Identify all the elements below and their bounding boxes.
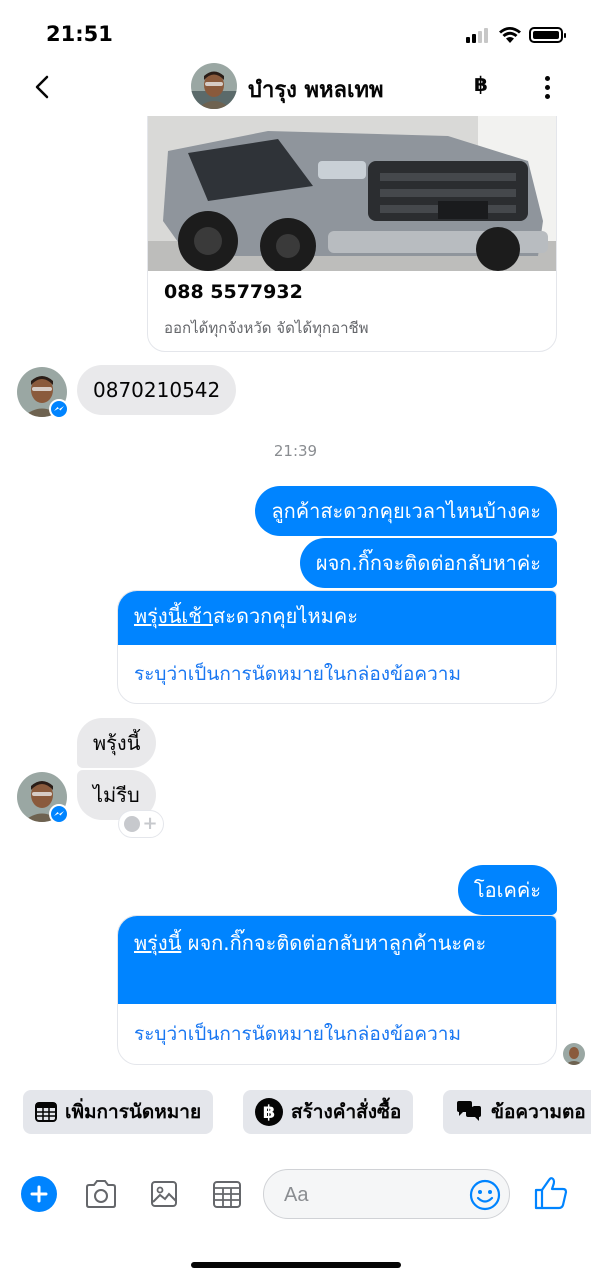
chat-header: บำรุง พหลเทพ ฿	[0, 60, 591, 116]
chat-bubbles-icon	[457, 1101, 481, 1121]
contact-name[interactable]: บำรุง พหลเทพ	[248, 72, 384, 107]
photo-gallery-icon[interactable]	[146, 1176, 182, 1212]
incoming-message[interactable]: พรุ้งนี้	[77, 718, 157, 768]
seen-receipt-avatar	[563, 1043, 585, 1065]
shared-listing-card[interactable]: 088 5577932 ออกได้ทุกจังหวัด จัดได้ทุกอา…	[147, 90, 557, 352]
sender-avatar[interactable]	[17, 367, 69, 419]
car-photo[interactable]	[148, 91, 557, 271]
status-bar: 21:51	[0, 0, 591, 60]
message-input[interactable]	[263, 1169, 510, 1219]
appointment-suggestion-card[interactable]: พรุ่งนี้เช้าสะดวกคุยไหมคะ ระบุว่าเป็นการ…	[117, 590, 557, 704]
calendar-icon	[35, 1102, 57, 1122]
cellular-signal-icon	[466, 28, 488, 43]
appointment-date-link[interactable]: พรุ่งนี้	[134, 931, 181, 955]
battery-icon	[529, 27, 566, 43]
message-timestamp: 21:39	[273, 442, 318, 460]
baht-icon: ฿	[255, 1098, 283, 1126]
appointment-date-link[interactable]: พรุ่งนี้เช้า	[134, 604, 213, 628]
quick-action-label: สร้างคำสั่งซื้อ	[291, 1101, 402, 1123]
contact-avatar[interactable]	[191, 63, 237, 109]
outgoing-message[interactable]: ลูกค้าสะดวกคุยเวลาไหนบ้างคะ	[255, 486, 557, 536]
status-time: 21:51	[46, 22, 113, 46]
thumbs-up-icon[interactable]	[532, 1174, 570, 1212]
baht-icon[interactable]: ฿	[474, 72, 488, 96]
calendar-icon[interactable]	[209, 1176, 245, 1212]
incoming-message-phone[interactable]: 0870210542	[77, 365, 237, 415]
appointment-message: พรุ่งนี้เช้าสะดวกคุยไหมคะ	[118, 591, 556, 645]
quick-action-label: ข้อความตอ	[491, 1101, 586, 1123]
outgoing-message[interactable]: โอเคค่ะ	[457, 865, 557, 915]
saved-replies-button[interactable]: ข้อความตอ	[443, 1090, 591, 1134]
home-indicator	[191, 1262, 401, 1268]
quick-actions-bar: เพิ่มการนัดหมาย ฿ สร้างคำสั่งซื้อ ข้อควา…	[0, 1090, 591, 1136]
outgoing-message[interactable]: ผจก.กิ๊กจะติดต่อกลับหาค่ะ	[299, 538, 557, 588]
create-order-button[interactable]: ฿ สร้างคำสั่งซื้อ	[243, 1090, 414, 1134]
sender-avatar[interactable]	[17, 772, 69, 824]
camera-icon[interactable]	[83, 1176, 119, 1212]
listing-phone: 088 5577932	[164, 281, 303, 303]
wifi-icon	[499, 27, 521, 43]
add-appointment-button[interactable]: เพิ่มการนัดหมาย	[23, 1090, 214, 1134]
quick-action-label: เพิ่มการนัดหมาย	[65, 1101, 202, 1123]
message-composer	[0, 1160, 591, 1230]
mark-appointment-link[interactable]: ระบุว่าเป็นการนัดหมายในกล่องข้อความ	[118, 1004, 556, 1064]
add-reaction-button[interactable]: +	[118, 810, 164, 838]
appointment-suggestion-card[interactable]: พรุ่งนี้ ผจก.กิ๊กจะติดต่อกลับหาลูกค้านะค…	[117, 915, 557, 1065]
more-options-icon[interactable]	[537, 72, 557, 102]
plus-icon[interactable]	[21, 1176, 57, 1212]
listing-subtitle: ออกได้ทุกจังหวัด จัดได้ทุกอาชีพ	[164, 319, 369, 337]
back-arrow-icon[interactable]	[28, 72, 58, 102]
message-text-field[interactable]	[284, 1182, 464, 1208]
smile-icon	[124, 816, 141, 832]
plus-icon: +	[142, 813, 158, 834]
messenger-badge-icon	[49, 399, 69, 419]
mark-appointment-link[interactable]: ระบุว่าเป็นการนัดหมายในกล่องข้อความ	[118, 645, 556, 703]
emoji-icon[interactable]	[469, 1179, 501, 1211]
appointment-message: พรุ่งนี้ ผจก.กิ๊กจะติดต่อกลับหาลูกค้านะค…	[118, 916, 556, 1004]
messenger-badge-icon	[49, 804, 69, 824]
